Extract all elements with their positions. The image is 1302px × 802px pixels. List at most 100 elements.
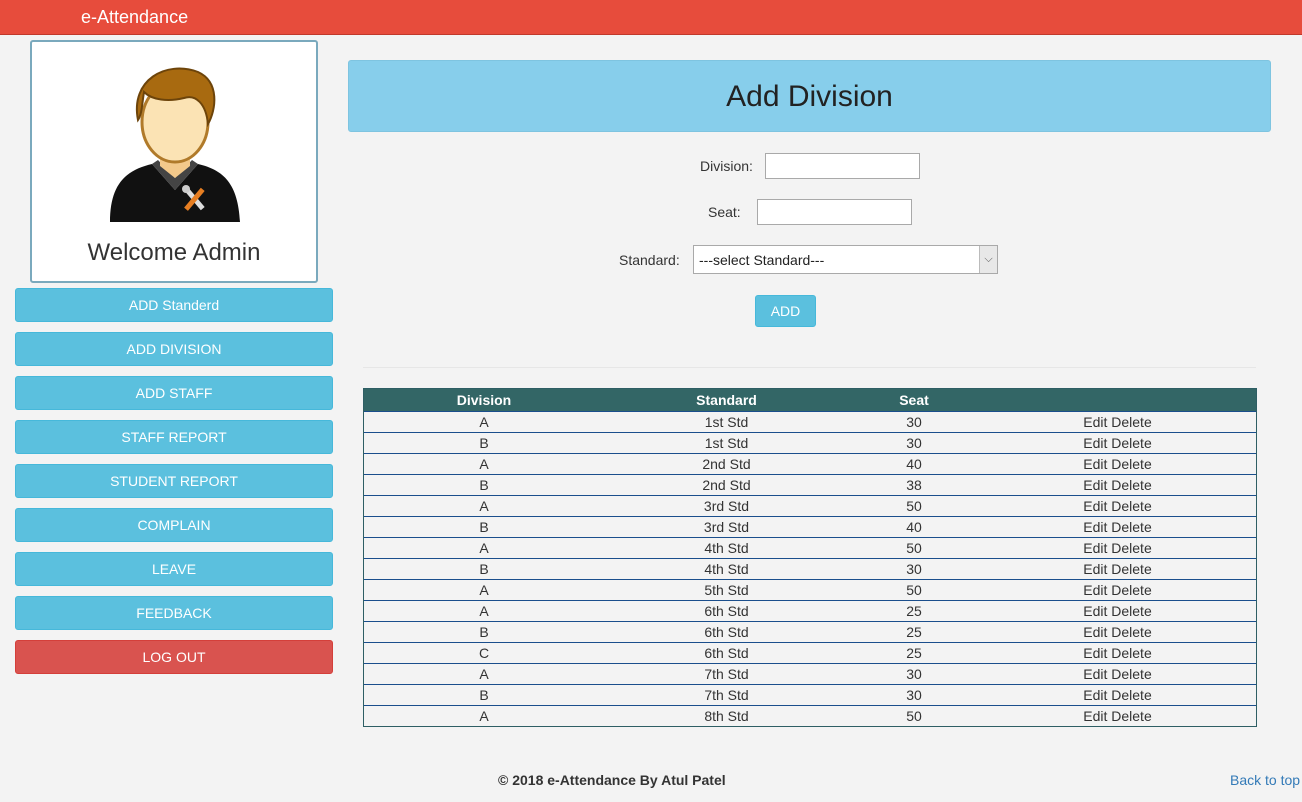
edit-link[interactable]: Edit	[1083, 519, 1107, 535]
cell-seat: 30	[906, 665, 922, 682]
cell-division: A	[479, 581, 489, 598]
cell-actions: Edit Delete	[979, 684, 1256, 705]
cell-standard: 6th Std	[704, 644, 749, 661]
cell-actions: Edit Delete	[979, 600, 1256, 621]
table-row: A 5th Std 50 Edit Delete	[364, 579, 1256, 600]
edit-link[interactable]: Edit	[1083, 498, 1107, 514]
division-table: Division Standard Seat A 1st Std 30 Edit De…	[363, 388, 1257, 727]
delete-link[interactable]: Delete	[1111, 540, 1151, 556]
cell-standard: 1st Std	[704, 413, 749, 430]
nav-add-division-button[interactable]: ADD DIVISION	[15, 332, 333, 366]
cell-standard: 4th Std	[704, 539, 749, 556]
cell-standard: 8th Std	[704, 707, 749, 724]
cell-division: B	[479, 434, 489, 451]
edit-link[interactable]: Edit	[1083, 456, 1107, 472]
cell-actions: Edit Delete	[979, 516, 1256, 537]
delete-link[interactable]: Delete	[1111, 456, 1151, 472]
edit-link[interactable]: Edit	[1083, 582, 1107, 598]
delete-link[interactable]: Delete	[1111, 624, 1151, 640]
edit-link[interactable]: Edit	[1083, 624, 1107, 640]
edit-link[interactable]: Edit	[1083, 603, 1107, 619]
seat-input[interactable]	[757, 199, 912, 225]
edit-link[interactable]: Edit	[1083, 435, 1107, 451]
cell-standard: 4th Std	[704, 560, 749, 577]
cell-division: A	[479, 602, 489, 619]
cell-standard: 2nd Std	[702, 455, 751, 472]
logout-button[interactable]: LOG OUT	[15, 640, 333, 674]
nav-feedback-button[interactable]: FEEDBACK	[15, 596, 333, 630]
back-to-top-link[interactable]: Back to top	[1230, 772, 1300, 788]
add-division-button[interactable]: ADD	[755, 295, 816, 327]
table-row: C 6th Std 25 Edit Delete	[364, 642, 1256, 663]
division-input[interactable]	[765, 153, 920, 179]
cell-division: A	[479, 413, 489, 430]
delete-link[interactable]: Delete	[1111, 582, 1151, 598]
delete-link[interactable]: Delete	[1111, 645, 1151, 661]
header-seat: Seat	[899, 391, 929, 408]
cell-seat: 40	[906, 518, 922, 535]
table-row: B 3rd Std 40 Edit Delete	[364, 516, 1256, 537]
cell-standard: 7th Std	[704, 665, 749, 682]
cell-seat: 25	[906, 602, 922, 619]
table-row: A 7th Std 30 Edit Delete	[364, 663, 1256, 684]
delete-link[interactable]: Delete	[1111, 477, 1151, 493]
cell-actions: Edit Delete	[979, 537, 1256, 558]
cell-actions: Edit Delete	[979, 579, 1256, 600]
delete-link[interactable]: Delete	[1111, 498, 1151, 514]
delete-link[interactable]: Delete	[1111, 603, 1151, 619]
cell-actions: Edit Delete	[979, 411, 1256, 432]
delete-link[interactable]: Delete	[1111, 708, 1151, 724]
cell-actions: Edit Delete	[979, 474, 1256, 495]
cell-seat: 30	[906, 686, 922, 703]
cell-division: A	[479, 497, 489, 514]
cell-division: B	[479, 686, 489, 703]
standard-label: Standard:	[619, 252, 680, 268]
welcome-text: Welcome Admin	[87, 239, 261, 266]
cell-seat: 30	[906, 434, 922, 451]
nav-student-report-button[interactable]: STUDENT REPORT	[15, 464, 333, 498]
top-navbar: e-Attendance	[0, 0, 1302, 35]
cell-seat: 30	[906, 560, 922, 577]
cell-standard: 6th Std	[704, 602, 749, 619]
cell-division: C	[478, 644, 490, 661]
nav-complain-button[interactable]: COMPLAIN	[15, 508, 333, 542]
edit-link[interactable]: Edit	[1083, 414, 1107, 430]
delete-link[interactable]: Delete	[1111, 519, 1151, 535]
cell-standard: 6th Std	[704, 623, 749, 640]
cell-division: A	[479, 539, 489, 556]
edit-link[interactable]: Edit	[1083, 477, 1107, 493]
delete-link[interactable]: Delete	[1111, 561, 1151, 577]
chevron-down-icon[interactable]: ⌵	[979, 246, 997, 273]
cell-seat: 30	[906, 413, 922, 430]
nav-leave-button[interactable]: LEAVE	[15, 552, 333, 586]
edit-link[interactable]: Edit	[1083, 687, 1107, 703]
table-row: A 6th Std 25 Edit Delete	[364, 600, 1256, 621]
delete-link[interactable]: Delete	[1111, 666, 1151, 682]
nav-add-standard-button[interactable]: ADD Standerd	[15, 288, 333, 322]
cell-actions: Edit Delete	[979, 558, 1256, 579]
nav-staff-report-button[interactable]: STAFF REPORT	[15, 420, 333, 454]
edit-link[interactable]: Edit	[1083, 540, 1107, 556]
cell-seat: 50	[906, 581, 922, 598]
delete-link[interactable]: Delete	[1111, 435, 1151, 451]
cell-division: B	[479, 623, 489, 640]
cell-division: B	[479, 476, 489, 493]
cell-division: A	[479, 707, 489, 724]
header-standard: Standard	[696, 391, 757, 408]
table-row: A 8th Std 50 Edit Delete	[364, 705, 1256, 726]
standard-select[interactable]: ---select Standard--- ⌵	[693, 245, 998, 274]
edit-link[interactable]: Edit	[1083, 666, 1107, 682]
edit-link[interactable]: Edit	[1083, 708, 1107, 724]
nav-add-staff-button[interactable]: ADD STAFF	[15, 376, 333, 410]
cell-seat: 40	[906, 455, 922, 472]
edit-link[interactable]: Edit	[1083, 645, 1107, 661]
cell-actions: Edit Delete	[979, 621, 1256, 642]
cell-actions: Edit Delete	[979, 663, 1256, 684]
brand-title[interactable]: e-Attendance	[81, 7, 188, 28]
footer-copyright: © 2018 e-Attendance By Atul Patel	[498, 772, 726, 788]
delete-link[interactable]: Delete	[1111, 687, 1151, 703]
delete-link[interactable]: Delete	[1111, 414, 1151, 430]
table-row: A 3rd Std 50 Edit Delete	[364, 495, 1256, 516]
edit-link[interactable]: Edit	[1083, 561, 1107, 577]
admin-avatar-icon	[110, 67, 240, 222]
